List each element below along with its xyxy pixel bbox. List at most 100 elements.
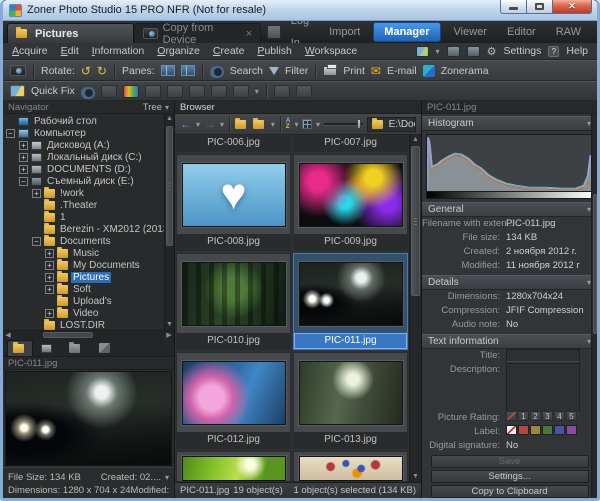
sort-icon[interactable]: [286, 118, 291, 130]
email-button[interactable]: E-mail: [387, 65, 417, 77]
red-eye-icon[interactable]: [81, 87, 95, 96]
tree-item[interactable]: +Дисковод (A:): [3, 139, 164, 151]
tree-item[interactable]: +Soft: [3, 283, 164, 295]
tree-item[interactable]: Рабочий стол: [3, 115, 164, 127]
expander-icon[interactable]: +: [45, 249, 54, 258]
print-icon[interactable]: [323, 66, 337, 76]
copy-to-clipboard-button[interactable]: Copy to Clipboard: [431, 485, 589, 498]
thumbnail-cell[interactable]: PIC-009.jpg: [293, 154, 408, 251]
tree-item[interactable]: Upload's: [3, 295, 164, 307]
title-bar[interactable]: Zoner Photo Studio 15 PRO NFR (Not for r…: [3, 0, 597, 21]
upload-icon[interactable]: [211, 85, 227, 98]
chevron-down-icon[interactable]: ▾: [316, 120, 320, 129]
scroll-up-icon[interactable]: ▲: [410, 135, 421, 145]
tree-item[interactable]: +Music: [3, 247, 164, 259]
tree-item[interactable]: +Локальный диск (C:): [3, 151, 164, 163]
pane-layout-1-icon[interactable]: [161, 65, 175, 76]
zonerama-icon[interactable]: [423, 65, 435, 77]
menu-acquire[interactable]: Acquire: [12, 45, 48, 57]
forward-icon[interactable]: →: [204, 117, 216, 131]
albums-tab[interactable]: [63, 340, 89, 356]
navigator-hscrollbar[interactable]: ◀ ▶: [3, 330, 174, 339]
acquire-camera-icon[interactable]: [10, 65, 26, 76]
tree-item[interactable]: LOST.DIR: [3, 319, 164, 330]
close-button[interactable]: [553, 0, 592, 14]
adjust-icon[interactable]: [189, 85, 205, 98]
minimize-button[interactable]: [500, 0, 527, 14]
close-tab-icon[interactable]: ×: [246, 28, 252, 40]
filter-button[interactable]: Filter: [285, 65, 308, 77]
white-balance-icon[interactable]: [145, 85, 161, 98]
expander-icon[interactable]: +: [32, 189, 41, 198]
tree-item[interactable]: −Съемный диск (E:): [3, 175, 164, 187]
rating-3-button[interactable]: 3: [542, 411, 553, 421]
thumbnail-cell[interactable]: PIC-012.jpg: [176, 352, 291, 449]
help-button[interactable]: Help: [566, 45, 588, 57]
thumbnail-cell[interactable]: PIC-010.jpg: [176, 253, 291, 350]
zonerama-tab[interactable]: [91, 340, 117, 356]
menu-information[interactable]: Information: [92, 45, 145, 57]
menu-workspace[interactable]: Workspace: [305, 45, 357, 57]
info-vscrollbar[interactable]: [591, 114, 597, 498]
expander-icon[interactable]: −: [19, 177, 28, 186]
settings-button[interactable]: Settings: [503, 45, 541, 57]
rating-4-button[interactable]: 4: [554, 411, 565, 421]
favorites-icon[interactable]: [253, 120, 264, 129]
folders-tab[interactable]: [7, 340, 33, 356]
rating-1-button[interactable]: 1: [518, 411, 529, 421]
rating-none-button[interactable]: [506, 411, 517, 421]
settings-button[interactable]: Settings...: [431, 470, 589, 483]
label-color-swatch-3[interactable]: [542, 425, 553, 435]
colors-icon[interactable]: [123, 85, 139, 98]
quick-fix-icon[interactable]: [10, 85, 25, 97]
tree-item[interactable]: +Pictures: [3, 271, 164, 283]
module-tab-manager[interactable]: Manager: [373, 22, 440, 42]
thumbnail-display-icon[interactable]: [416, 46, 429, 57]
tree-item[interactable]: +Video: [3, 307, 164, 319]
expander-icon[interactable]: −: [6, 129, 15, 138]
thumbnail-cell[interactable]: PIC-007.jpg: [293, 135, 408, 152]
module-tab-editor[interactable]: Editor: [497, 21, 546, 43]
thumbnail-cell[interactable]: PIC-006.jpg: [176, 135, 291, 152]
general-section-header[interactable]: General ▾: [422, 202, 597, 217]
gear-icon[interactable]: ⚙: [487, 45, 497, 58]
tree-item[interactable]: 1: [3, 211, 164, 223]
tree-mode-dropdown[interactable]: Tree ▾: [143, 102, 169, 113]
scroll-left-icon[interactable]: ◀: [3, 331, 13, 339]
tree-item[interactable]: −Documents: [3, 235, 164, 247]
scrollbar-thumb[interactable]: [166, 126, 173, 246]
thumbnail-cell[interactable]: PIC-013.jpg: [293, 352, 408, 449]
tree-item[interactable]: +!work: [3, 187, 164, 199]
expander-icon[interactable]: +: [45, 285, 54, 294]
chevron-down-icon[interactable]: ▾: [255, 87, 259, 96]
rating-5-button[interactable]: 5: [566, 411, 577, 421]
navigator-vscrollbar[interactable]: ▲ ▼: [164, 114, 174, 330]
chevron-down-icon[interactable]: ▾: [220, 120, 224, 129]
menu-publish[interactable]: Publish: [257, 45, 291, 57]
zonerama-button[interactable]: Zonerama: [441, 65, 489, 77]
email-icon[interactable]: ✉: [371, 66, 381, 76]
scrollbar-thumb[interactable]: [43, 332, 93, 338]
module-tab-import[interactable]: Import: [319, 21, 370, 43]
tree-item[interactable]: Berezin - XM2012 (2013): [3, 223, 164, 235]
chevron-down-icon[interactable]: ▾: [271, 120, 275, 129]
device-icon[interactable]: [267, 25, 281, 39]
expander-icon[interactable]: +: [19, 165, 28, 174]
menu-edit[interactable]: Edit: [61, 45, 79, 57]
search-icon[interactable]: [210, 66, 224, 75]
chevron-down-icon[interactable]: ▾: [165, 473, 169, 482]
path-field[interactable]: E:\Doc: [367, 117, 416, 132]
module-tab-raw[interactable]: RAW: [546, 21, 591, 43]
back-icon[interactable]: ←: [180, 117, 192, 131]
menu-organize[interactable]: Organize: [157, 45, 200, 57]
text-info-section-header[interactable]: Text information ▾: [422, 334, 597, 349]
send-icon[interactable]: [296, 85, 312, 98]
rating-2-button[interactable]: 2: [530, 411, 541, 421]
details-section-header[interactable]: Details ▾: [422, 275, 597, 290]
histogram-section-header[interactable]: Histogram ▾: [422, 116, 597, 131]
scroll-right-icon[interactable]: ▶: [164, 331, 174, 339]
expander-icon[interactable]: +: [19, 153, 28, 162]
thumbnail-size-slider[interactable]: [324, 119, 363, 129]
scroll-up-icon[interactable]: ▲: [165, 114, 174, 124]
rotate-right-icon[interactable]: ↻: [97, 65, 107, 77]
